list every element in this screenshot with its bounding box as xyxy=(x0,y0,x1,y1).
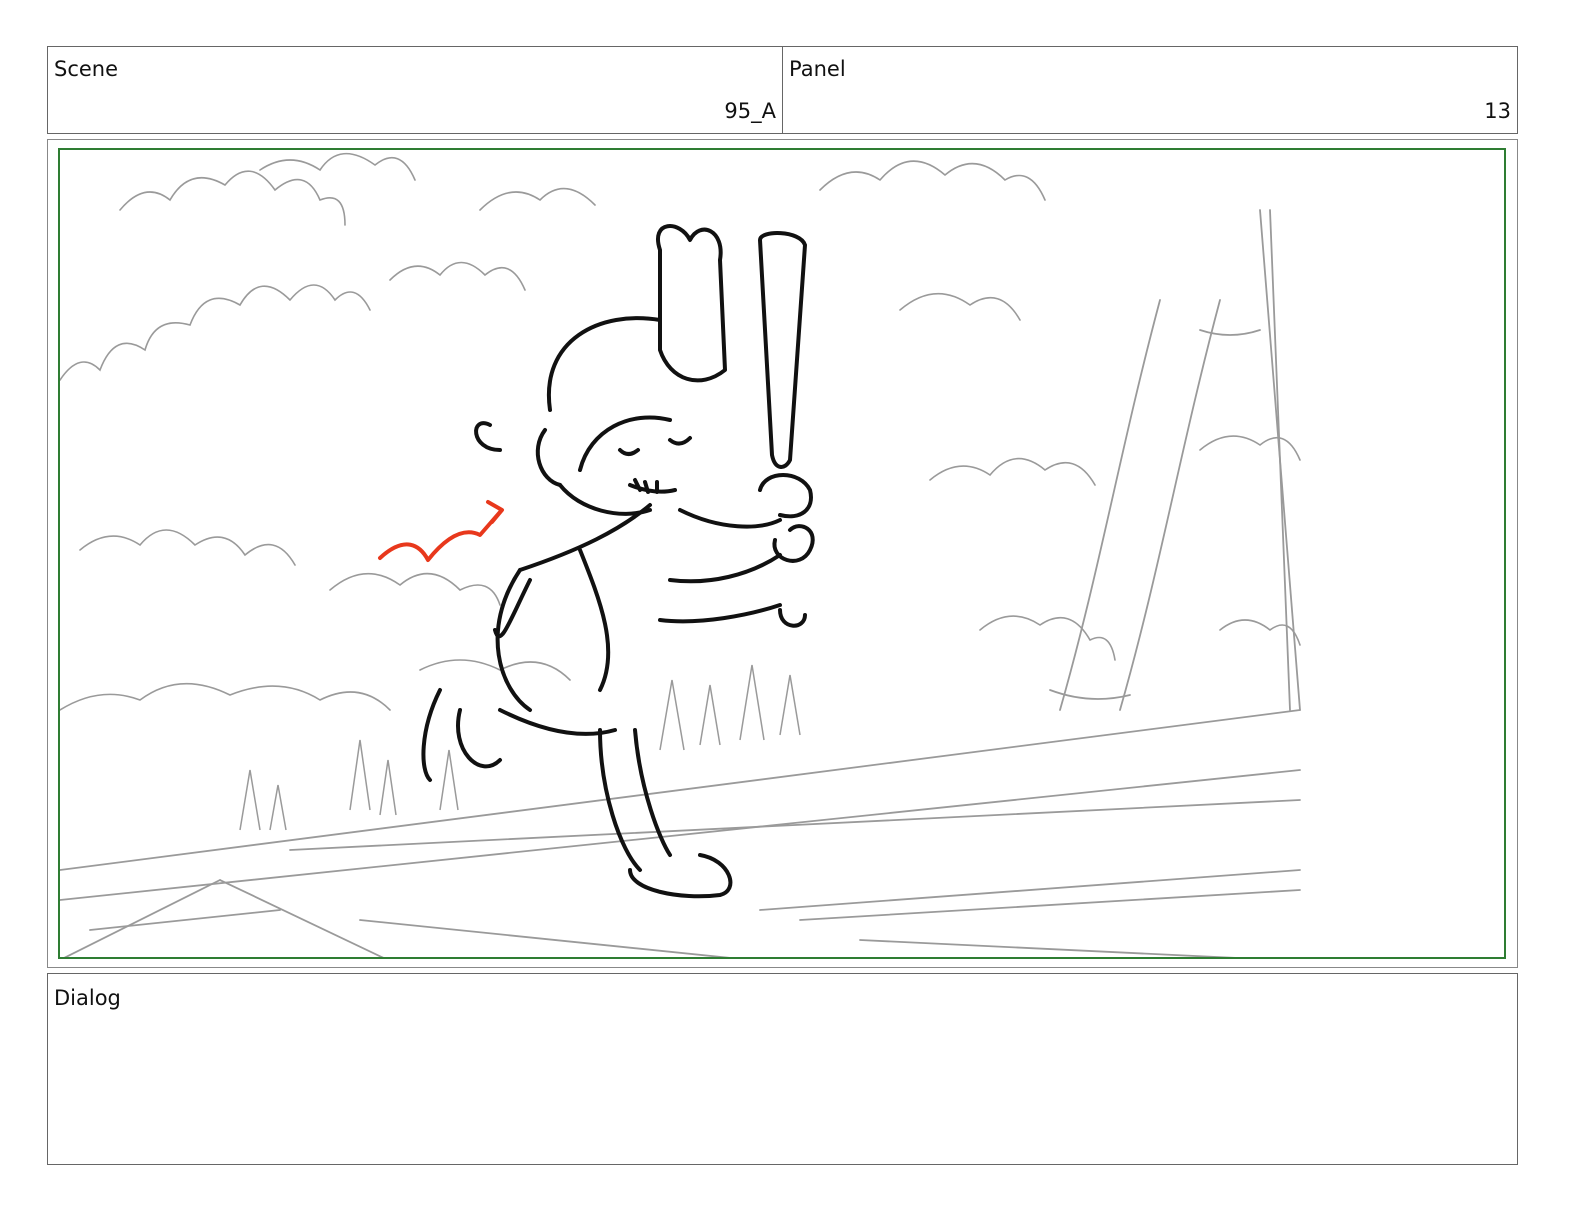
scene-label: Scene xyxy=(54,57,119,81)
panel-label: Panel xyxy=(789,57,846,81)
ground-platform xyxy=(60,709,1301,957)
panel-number: 13 xyxy=(1484,99,1511,123)
distant-pines xyxy=(239,664,801,831)
scene-number: 95_A xyxy=(724,99,776,123)
action-arrow-icon xyxy=(378,500,504,562)
dialog-box: Dialog xyxy=(47,973,1518,1165)
panel-frame xyxy=(47,139,1518,968)
background-foliage xyxy=(60,152,1301,711)
batter-character xyxy=(421,224,815,899)
dialog-label: Dialog xyxy=(54,986,121,1010)
storyboard-header: Scene 95_A Panel 13 xyxy=(47,46,1518,134)
storyboard-sketch xyxy=(60,152,1301,957)
scene-cell: Scene 95_A xyxy=(48,47,783,133)
panel-cell: Panel 13 xyxy=(783,47,1517,133)
panel-image-area xyxy=(58,148,1506,959)
